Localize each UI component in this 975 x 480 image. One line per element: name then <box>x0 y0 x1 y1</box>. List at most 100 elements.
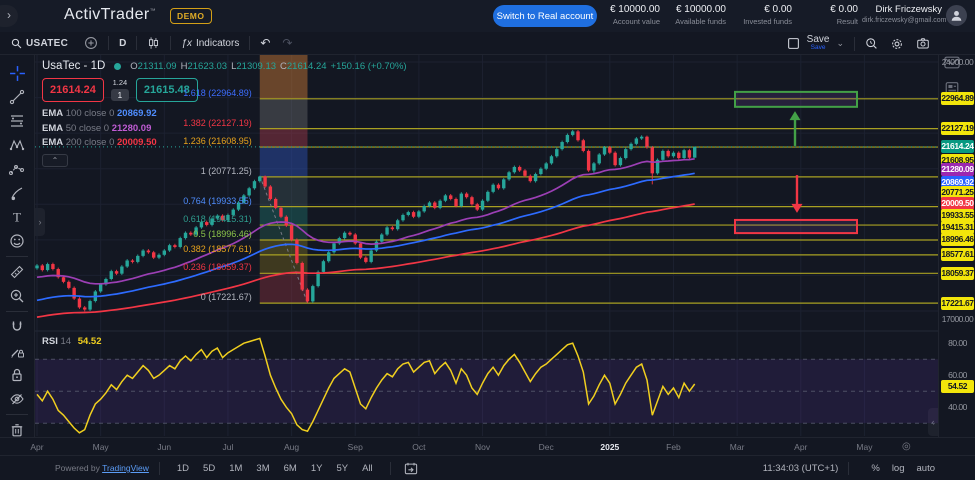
hide-all-tool[interactable] <box>4 387 30 411</box>
hide-all-icon <box>9 391 25 407</box>
time-axis-label: Jun <box>157 442 172 452</box>
price-axis-label: 18059.37 <box>941 266 974 280</box>
text-icon: T <box>9 209 25 225</box>
account-stat: € 10000.00 Account value <box>609 4 660 26</box>
range-button-1y[interactable]: 1Y <box>311 463 323 474</box>
fib-level-label: 1.618 (22964.89) <box>183 87 252 98</box>
time-axis-label: Mar <box>729 442 745 452</box>
price-axis-label: 22964.89 <box>941 92 974 106</box>
quick-search-button[interactable] <box>862 37 881 50</box>
drawing-lock-tool[interactable] <box>4 339 30 363</box>
avatar[interactable] <box>946 5 967 26</box>
price-axis-label: 18577.61 <box>941 248 974 262</box>
time-axis-label: Nov <box>474 442 491 452</box>
lock-all-icon <box>9 367 25 383</box>
xabcd-pattern-tool[interactable] <box>4 133 30 157</box>
price-axis-label: 24000.00 <box>941 56 974 67</box>
save-menu-chevron[interactable]: ⌄ <box>833 38 847 49</box>
trend-line-tool[interactable] <box>4 85 30 109</box>
text-tool[interactable]: T <box>4 205 30 229</box>
zoom-in-tool[interactable] <box>4 284 30 308</box>
account-stat: € 10000.00 Available funds <box>675 4 726 26</box>
time-axis-label: Feb <box>666 442 681 452</box>
fib-retracement-icon <box>9 113 25 129</box>
settings-gear-button[interactable] <box>887 37 907 51</box>
candlestick-icon <box>147 36 160 50</box>
lock-all-tool[interactable] <box>4 363 30 387</box>
time-axis-label: 2025 <box>600 442 620 452</box>
fib-level-label: 0 (17221.67) <box>200 292 252 303</box>
time-axis-label: May <box>856 442 873 452</box>
time-axis-settings-icon[interactable]: ◎ <box>902 441 911 452</box>
chart-style-button[interactable] <box>144 36 163 50</box>
user-name: Dirk Friczewsky <box>875 4 943 15</box>
tradingview-link[interactable]: TradingView <box>102 463 149 473</box>
magnet-tool[interactable] <box>4 315 30 339</box>
axis-mode-auto[interactable]: auto <box>917 463 936 474</box>
ruler-tool[interactable] <box>4 260 30 284</box>
price-axis-label: 19415.31 <box>941 220 974 234</box>
activtrader-app: › ActivTrader™ DEMO Switch to Real accou… <box>0 0 975 480</box>
user-info[interactable]: Dirk Friczewsky dirk.friczewsky@gmail.co… <box>862 4 947 24</box>
redo-button[interactable]: ↷ <box>279 36 295 50</box>
snapshot-camera-button[interactable] <box>913 37 933 50</box>
rsi-axis-label: 40.00 <box>948 401 967 412</box>
chart-legend: UsaTec - 1D O21311.09 H21623.03 L21309.13 C… <box>42 60 407 167</box>
range-button-1m[interactable]: 1M <box>229 463 242 474</box>
symbol-title[interactable]: UsaTec - 1D <box>42 60 105 72</box>
collapse-indicators-button[interactable]: ⌃ <box>42 154 68 167</box>
account-stat: € 0.00 Invested funds <box>743 4 792 26</box>
range-button-6m[interactable]: 6M <box>284 463 297 474</box>
clock[interactable]: 11:34:03 (UTC+1) <box>763 463 839 474</box>
range-button-3m[interactable]: 3M <box>256 463 269 474</box>
save-button[interactable]: Save Save <box>807 34 830 52</box>
indicators-button[interactable]: ƒx Indicators <box>178 38 242 49</box>
axis-mode-log[interactable]: log <box>892 463 905 474</box>
add-symbol-button[interactable] <box>81 36 101 50</box>
brush-tool[interactable] <box>4 181 30 205</box>
fib-level-label: 0.618 (19415.31) <box>183 214 252 225</box>
range-button-1d[interactable]: 1D <box>177 463 189 474</box>
time-axis-label: Apr <box>794 442 808 452</box>
range-button-all[interactable]: All <box>362 463 373 474</box>
ohlc-values: O21311.09 H21623.03 L21309.13 C21614.24 +150… <box>130 60 407 72</box>
time-axis-label: Sep <box>347 442 363 452</box>
fx-icon: ƒx <box>181 37 192 49</box>
price-axis-label: 21280.09 <box>941 163 974 177</box>
go-to-date-button[interactable] <box>401 462 421 475</box>
fib-retracement-tool[interactable] <box>4 109 30 133</box>
emoji-tool[interactable] <box>4 229 30 253</box>
svg-text:T: T <box>13 210 21 225</box>
interval-button[interactable]: D <box>116 38 129 49</box>
powered-by: Powered by TradingView <box>55 463 149 473</box>
search-icon <box>11 38 22 49</box>
range-button-5y[interactable]: 5Y <box>336 463 348 474</box>
sell-price-button[interactable]: 21614.24 <box>42 78 104 102</box>
price-axis-label: 17221.67 <box>941 296 974 310</box>
collapse-sidepanel-button[interactable]: › <box>0 5 18 27</box>
undo-button[interactable]: ↶ <box>257 36 273 50</box>
magnet-icon <box>9 319 25 335</box>
rsi-legend[interactable]: RSI 14 54.52 <box>42 336 101 347</box>
market-open-dot <box>114 62 122 70</box>
rsi-axis-label: 54.52 <box>941 380 974 394</box>
account-stat: € 0.00 Result <box>830 4 858 26</box>
indicators-label: Indicators <box>195 37 240 49</box>
demo-badge: DEMO <box>170 8 212 24</box>
time-axis-label: Dec <box>538 442 554 452</box>
xabcd-pattern-icon <box>9 137 25 153</box>
time-axis-label: Apr <box>30 442 44 452</box>
forecast-tool[interactable] <box>4 157 30 181</box>
trend-line-icon <box>9 89 25 105</box>
crosshair-tool[interactable] <box>4 61 30 85</box>
layout-button[interactable] <box>784 37 803 50</box>
fib-level-label: 0.764 (19933.55) <box>183 195 252 206</box>
axis-mode-percent[interactable]: % <box>871 463 879 474</box>
time-axis[interactable]: ◎ Apr May Jun Jul Aug Sep Oct Nov Dec 2025 Feb Mar A… <box>0 437 975 455</box>
range-button-5d[interactable]: 5D <box>203 463 215 474</box>
time-axis-label: Jul <box>222 442 234 452</box>
switch-to-real-button[interactable]: Switch to Real account <box>493 5 597 27</box>
fib-level-label: 0.382 (18577.61) <box>183 243 252 254</box>
rsi-axis-label: 80.00 <box>948 337 967 348</box>
symbol-search[interactable]: USATEC <box>8 38 71 49</box>
